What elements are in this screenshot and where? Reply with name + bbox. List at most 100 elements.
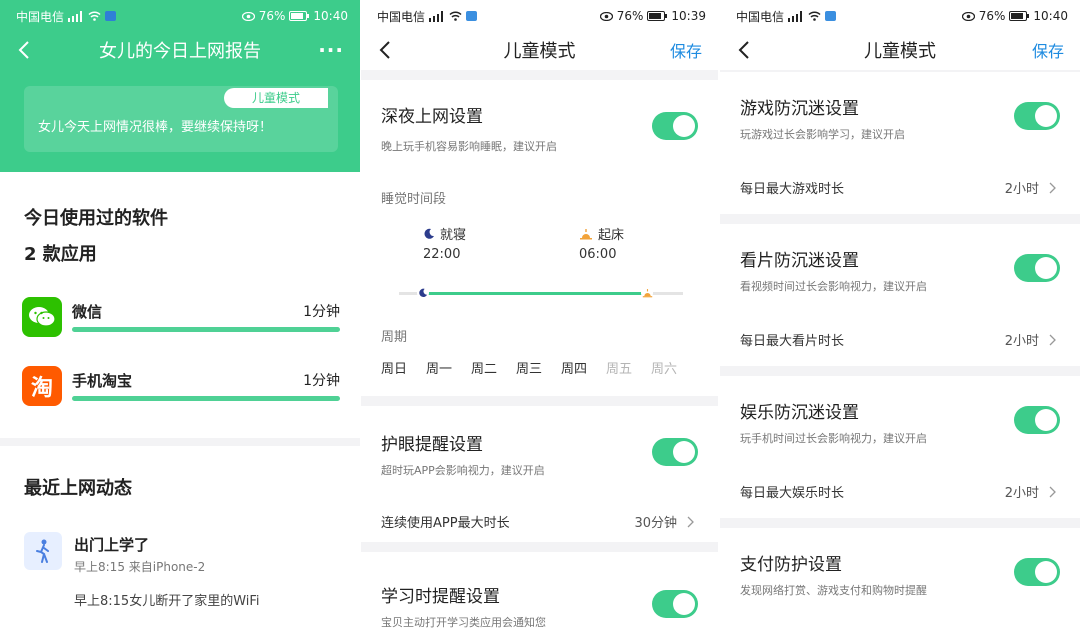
back-button[interactable] bbox=[738, 38, 758, 62]
wifi-icon bbox=[808, 11, 821, 21]
chevron-left-icon bbox=[379, 41, 390, 59]
chevron-right-icon bbox=[1049, 182, 1056, 193]
page-title: 女儿的今日上网报告 bbox=[99, 41, 261, 62]
max-video-time-row[interactable]: 2小时 bbox=[1005, 330, 1056, 349]
entertainment-addiction-card: 娱乐防沉迷设置 玩手机时间过长会影响视力，建议开启 每日最大娱乐时长 2小时 bbox=[720, 376, 1080, 518]
usage-bar bbox=[72, 396, 340, 401]
vpn-badge-icon bbox=[105, 11, 117, 21]
payment-protection-card: 支付防护设置 发现网络打赏、游戏支付和购物时提醒 bbox=[720, 528, 1080, 639]
signal-icon bbox=[68, 10, 83, 22]
max-game-time-row[interactable]: 2小时 bbox=[1005, 178, 1056, 197]
app-time: 1分钟 bbox=[303, 373, 340, 389]
game-addiction-toggle[interactable] bbox=[1014, 102, 1060, 130]
app-count: 2 款应用 bbox=[24, 244, 97, 265]
moon-icon bbox=[419, 288, 428, 297]
weekday-option[interactable]: 周日 bbox=[381, 358, 407, 377]
entertainment-addiction-toggle[interactable] bbox=[1014, 406, 1060, 434]
vpn-badge-icon bbox=[466, 11, 478, 21]
app-name: 手机淘宝 bbox=[72, 372, 133, 390]
weekday-option[interactable]: 周二 bbox=[471, 358, 497, 377]
study-reminder-toggle[interactable] bbox=[652, 590, 698, 618]
walking-person-icon bbox=[24, 532, 62, 570]
vpn-badge-icon bbox=[825, 11, 837, 21]
chevron-left-icon bbox=[738, 41, 749, 59]
eye-care-card: 护眼提醒设置 超时玩APP会影响视力，建议开启 连续使用APP最大时长 30分钟 bbox=[361, 406, 718, 542]
max-entertainment-time-row[interactable]: 2小时 bbox=[1005, 482, 1056, 501]
night-setting-toggle[interactable] bbox=[652, 112, 698, 140]
sleep-time-slider[interactable] bbox=[399, 287, 683, 299]
video-addiction-desc: 看视频时间过长会影响视力，建议开启 bbox=[740, 280, 927, 293]
kids-mode-navbar: 儿童模式 保存 bbox=[720, 32, 1080, 68]
video-addiction-title: 看片防沉迷设置 bbox=[740, 251, 859, 271]
weekday-option[interactable]: 周一 bbox=[426, 358, 452, 377]
video-addiction-card: 看片防沉迷设置 看视频时间过长会影响视力，建议开启 每日最大看片时长 2小时 bbox=[720, 224, 1080, 366]
activity-section-title: 最近上网动态 bbox=[24, 478, 132, 499]
weekday-option[interactable]: 周六 bbox=[651, 358, 677, 377]
weekday-option[interactable]: 周四 bbox=[561, 358, 587, 377]
status-bar: 中国电信 76% 10:40 bbox=[720, 0, 1080, 32]
cycle-label: 周期 bbox=[381, 330, 408, 345]
max-continuous-use-row[interactable]: 30分钟 bbox=[634, 512, 694, 531]
kids-mode-tag[interactable]: 儿童模式 bbox=[223, 88, 328, 108]
eye-care-desc: 超时玩APP会影响视力，建议开启 bbox=[381, 464, 545, 477]
clock: 10:40 bbox=[1033, 9, 1068, 23]
kids-mode-screen-1: 中国电信 76% 10:39 儿童模式 保存 深夜上网设置 晚上玩手机容易影响睡… bbox=[361, 0, 718, 639]
entertainment-addiction-title: 娱乐防沉迷设置 bbox=[740, 403, 859, 423]
wake-label: 起床 bbox=[598, 228, 625, 243]
page-title: 儿童模式 bbox=[864, 41, 936, 62]
more-icon[interactable]: ··· bbox=[318, 38, 344, 62]
wifi-icon bbox=[449, 11, 462, 21]
report-header: 中国电信 76% 10:40 女儿的今日上网报告 ··· 儿童模式 女儿今天上网… bbox=[0, 0, 360, 172]
apps-section-title: 今日使用过的软件 bbox=[24, 208, 168, 229]
weekday-option[interactable]: 周五 bbox=[606, 358, 632, 377]
max-continuous-use-label: 连续使用APP最大时长 bbox=[381, 516, 510, 531]
payment-protection-toggle[interactable] bbox=[1014, 558, 1060, 586]
bedtime-value: 22:00 bbox=[423, 247, 461, 262]
chevron-right-icon bbox=[687, 516, 694, 527]
game-addiction-card: 游戏防沉迷设置 玩游戏过长会影响学习，建议开启 每日最大游戏时长 2小时 bbox=[720, 72, 1080, 214]
back-button[interactable] bbox=[18, 38, 38, 62]
back-button[interactable] bbox=[379, 38, 399, 62]
save-button[interactable]: 保存 bbox=[670, 38, 702, 62]
bedtime-slider-handle[interactable] bbox=[417, 287, 429, 299]
battery-percent: 76% bbox=[978, 9, 1006, 23]
chevron-right-icon bbox=[1049, 334, 1056, 345]
kids-mode-screen-2: 中国电信 76% 10:40 儿童模式 保存 游戏防沉迷设置 玩游戏过长会影响学… bbox=[720, 0, 1080, 639]
weekday-option[interactable]: 周三 bbox=[516, 358, 542, 377]
chevron-right-icon bbox=[1049, 486, 1056, 497]
clock: 10:40 bbox=[313, 9, 348, 23]
battery-percent: 76% bbox=[616, 9, 644, 23]
eye-care-toggle[interactable] bbox=[652, 438, 698, 466]
sunrise-icon bbox=[642, 289, 652, 298]
study-reminder-desc: 宝贝主动打开学习类应用会通知您 bbox=[381, 616, 546, 629]
save-button[interactable]: 保存 bbox=[1032, 38, 1064, 62]
eye-comfort-icon bbox=[241, 11, 255, 21]
wake-slider-handle[interactable] bbox=[641, 287, 653, 299]
wake-block[interactable]: 起床 06:00 bbox=[579, 224, 624, 262]
app-usage-row-wechat[interactable]: 微信 1分钟 bbox=[22, 297, 340, 341]
carrier-label: 中国电信 bbox=[377, 9, 426, 24]
eye-comfort-icon bbox=[599, 11, 613, 21]
carrier-label: 中国电信 bbox=[736, 9, 785, 24]
max-entertainment-time-label: 每日最大娱乐时长 bbox=[740, 486, 845, 501]
taobao-icon: 淘 bbox=[22, 366, 62, 406]
wechat-icon bbox=[22, 297, 62, 337]
app-usage-row-taobao[interactable]: 淘 手机淘宝 1分钟 bbox=[22, 366, 340, 410]
bedtime-label: 就寝 bbox=[440, 228, 467, 243]
sleep-range-fill bbox=[427, 292, 643, 295]
activity-meta: 早上8:15 来自iPhone-2 bbox=[74, 560, 206, 574]
top-bar: 中国电信 76% 10:40 儿童模式 保存 bbox=[720, 0, 1080, 70]
entertainment-addiction-desc: 玩手机时间过长会影响视力，建议开启 bbox=[740, 432, 927, 445]
carrier-label: 中国电信 bbox=[16, 9, 65, 24]
game-addiction-title: 游戏防沉迷设置 bbox=[740, 99, 859, 119]
page-title: 儿童模式 bbox=[503, 41, 576, 62]
section-divider bbox=[0, 438, 360, 446]
app-time: 1分钟 bbox=[303, 304, 340, 320]
max-entertainment-time-value: 2小时 bbox=[1004, 486, 1039, 501]
max-video-time-label: 每日最大看片时长 bbox=[740, 334, 845, 349]
activity-detail: 早上8:15女儿断开了家里的WiFi bbox=[74, 594, 260, 609]
video-addiction-toggle[interactable] bbox=[1014, 254, 1060, 282]
night-setting-card: 深夜上网设置 晚上玩手机容易影响睡眠，建议开启 睡觉时间段 就寝 22:00 起… bbox=[361, 80, 718, 396]
battery-icon bbox=[647, 11, 668, 21]
bedtime-block[interactable]: 就寝 22:00 bbox=[423, 224, 466, 262]
